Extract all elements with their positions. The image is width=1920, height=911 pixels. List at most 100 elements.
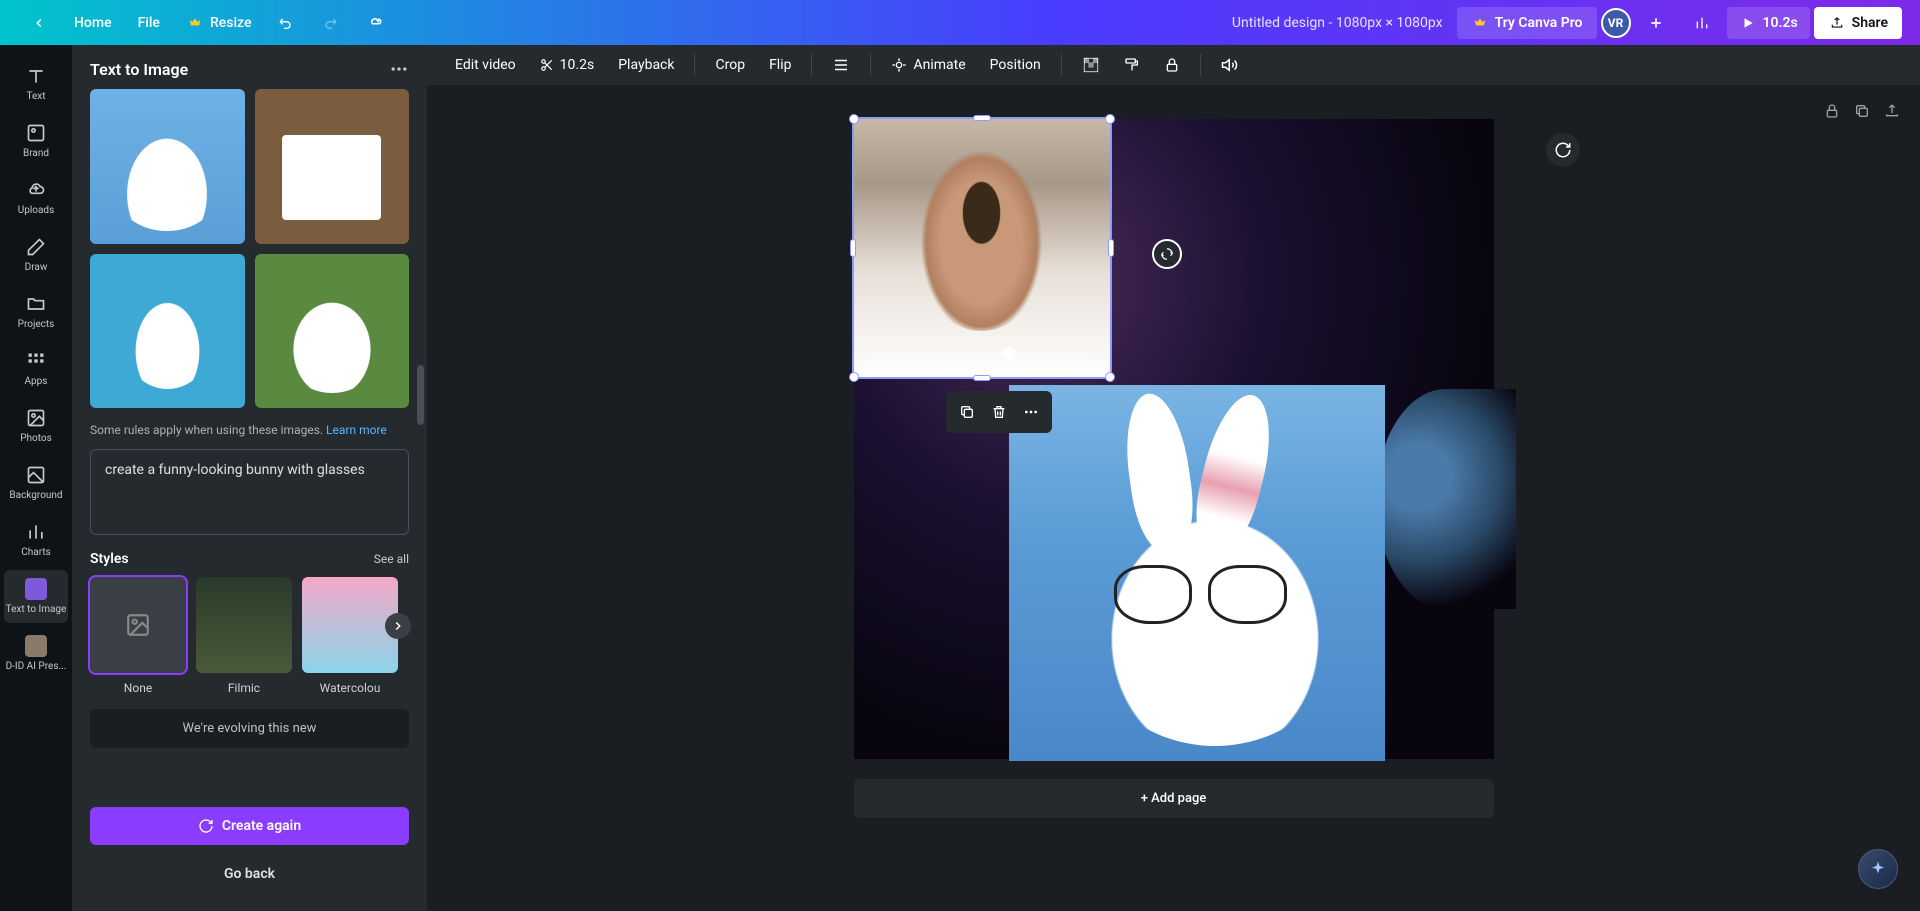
delete-button[interactable] bbox=[984, 397, 1014, 427]
style-watercolour[interactable]: Watercolou bbox=[302, 577, 398, 695]
back-button[interactable] bbox=[18, 8, 60, 38]
home-button[interactable]: Home bbox=[62, 9, 124, 37]
edit-video-button[interactable]: Edit video bbox=[445, 51, 526, 79]
design-canvas[interactable] bbox=[854, 119, 1494, 759]
redo-button[interactable] bbox=[309, 8, 351, 38]
rail-label: Charts bbox=[21, 547, 51, 558]
list-icon bbox=[832, 56, 850, 74]
lock-button[interactable] bbox=[1154, 51, 1190, 79]
grid-icon bbox=[25, 350, 47, 372]
resize-handle[interactable] bbox=[849, 114, 859, 124]
generated-image[interactable] bbox=[255, 89, 410, 244]
see-all-styles-link[interactable]: See all bbox=[374, 552, 409, 566]
playback-button[interactable]: Playback bbox=[608, 51, 684, 79]
go-back-button[interactable]: Go back bbox=[90, 855, 409, 893]
earth-image[interactable] bbox=[1376, 389, 1516, 609]
style-none[interactable]: None bbox=[90, 577, 186, 695]
play-time-label: 10.2s bbox=[1763, 15, 1798, 31]
generated-image[interactable] bbox=[90, 254, 245, 409]
flip-button[interactable]: Flip bbox=[759, 51, 801, 79]
rail-apps[interactable]: Apps bbox=[4, 342, 68, 395]
lock-page-button[interactable] bbox=[1822, 101, 1842, 121]
duplicate-button[interactable] bbox=[952, 397, 982, 427]
style-thumb bbox=[196, 577, 292, 673]
resize-handle[interactable] bbox=[1108, 239, 1114, 257]
try-pro-button[interactable]: Try Canva Pro bbox=[1457, 7, 1597, 39]
resize-handle[interactable] bbox=[850, 239, 856, 257]
text-icon bbox=[25, 65, 47, 87]
scrollbar-thumb[interactable] bbox=[417, 365, 424, 425]
chevron-left-icon bbox=[30, 14, 48, 32]
separator bbox=[870, 54, 871, 76]
rotate-handle[interactable] bbox=[1152, 239, 1182, 269]
regenerate-button[interactable] bbox=[1546, 133, 1580, 167]
rail-charts[interactable]: Charts bbox=[4, 513, 68, 566]
generated-image[interactable] bbox=[90, 89, 245, 244]
rail-label: Photos bbox=[20, 433, 52, 444]
design-title[interactable]: Untitled design - 1080px × 1080px bbox=[1232, 15, 1443, 31]
generated-images-grid bbox=[90, 89, 409, 408]
assistant-fab[interactable] bbox=[1858, 849, 1898, 889]
rail-brand[interactable]: Brand bbox=[4, 114, 68, 167]
share-button[interactable]: Share bbox=[1814, 7, 1902, 39]
analytics-button[interactable] bbox=[1681, 8, 1723, 38]
rail-did[interactable]: D-ID AI Pres... bbox=[4, 627, 68, 680]
speaker-icon bbox=[1221, 56, 1239, 74]
canvas-stage[interactable]: + Add page bbox=[427, 85, 1920, 911]
rail-text[interactable]: Text bbox=[4, 57, 68, 110]
position-button[interactable]: Position bbox=[980, 51, 1051, 79]
resize-handle[interactable] bbox=[973, 115, 991, 121]
rail-background[interactable]: Background bbox=[4, 456, 68, 509]
transparency-button[interactable] bbox=[1072, 50, 1110, 80]
crop-button[interactable]: Crop bbox=[705, 51, 755, 79]
duplicate-page-button[interactable] bbox=[1852, 101, 1872, 121]
style-thumb bbox=[302, 577, 398, 673]
rail-photos[interactable]: Photos bbox=[4, 399, 68, 452]
cloud-sync-button[interactable] bbox=[353, 8, 395, 38]
duration-label: 10.2s bbox=[560, 57, 595, 73]
undo-button[interactable] bbox=[265, 8, 307, 38]
file-menu[interactable]: File bbox=[126, 9, 172, 37]
styles-next-button[interactable] bbox=[385, 613, 411, 639]
rail-label: Text bbox=[26, 91, 45, 102]
export-page-button[interactable] bbox=[1882, 101, 1902, 121]
volume-button[interactable] bbox=[1211, 50, 1249, 80]
slider-thumb[interactable] bbox=[1003, 347, 1016, 360]
more-button[interactable] bbox=[1016, 397, 1046, 427]
resize-handle[interactable] bbox=[973, 375, 991, 381]
rail-text-to-image[interactable]: Text to Image bbox=[4, 570, 68, 623]
video-progress-slider[interactable] bbox=[876, 352, 1088, 355]
panel-scrollbar[interactable] bbox=[417, 145, 424, 851]
list-button[interactable] bbox=[822, 50, 860, 80]
animate-button[interactable]: Animate bbox=[881, 51, 975, 79]
play-preview-button[interactable]: 10.2s bbox=[1727, 7, 1810, 39]
copy-style-button[interactable] bbox=[1114, 51, 1150, 79]
animate-label: Animate bbox=[913, 57, 965, 73]
resize-handle[interactable] bbox=[1105, 114, 1115, 124]
duration-button[interactable]: 10.2s bbox=[530, 51, 605, 79]
cloud-icon bbox=[365, 14, 383, 32]
avatar[interactable]: VR bbox=[1601, 8, 1631, 38]
resize-label: Resize bbox=[210, 15, 252, 31]
top-bar: Home File Resize Untitled design - 1080p… bbox=[0, 0, 1920, 45]
add-page-button[interactable]: + Add page bbox=[854, 779, 1494, 818]
generated-image[interactable] bbox=[255, 254, 410, 409]
rail-uploads[interactable]: Uploads bbox=[4, 171, 68, 224]
selected-element[interactable] bbox=[854, 119, 1110, 377]
add-member-button[interactable] bbox=[1635, 8, 1677, 38]
try-pro-label: Try Canva Pro bbox=[1495, 15, 1583, 31]
learn-more-link[interactable]: Learn more bbox=[326, 423, 387, 437]
rail-projects[interactable]: Projects bbox=[4, 285, 68, 338]
resize-button[interactable]: Resize bbox=[174, 8, 264, 38]
prompt-input[interactable]: create a funny-looking bunny with glasse… bbox=[90, 449, 409, 535]
rail-draw[interactable]: Draw bbox=[4, 228, 68, 281]
resize-handle[interactable] bbox=[849, 372, 859, 382]
crown-icon bbox=[186, 14, 204, 32]
create-again-button[interactable]: Create again bbox=[90, 807, 409, 845]
pencil-icon bbox=[25, 236, 47, 258]
refresh-icon bbox=[1554, 141, 1572, 159]
bunny-image[interactable] bbox=[1009, 385, 1385, 761]
resize-handle[interactable] bbox=[1105, 372, 1115, 382]
style-filmic[interactable]: Filmic bbox=[196, 577, 292, 695]
panel-more-button[interactable] bbox=[389, 59, 409, 79]
